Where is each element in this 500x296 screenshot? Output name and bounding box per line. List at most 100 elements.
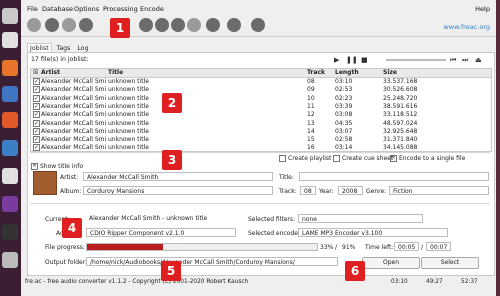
config-icon[interactable] [187, 18, 201, 32]
encoder-select[interactable]: LAME MP3 Encoder v3.100 [298, 228, 448, 237]
cell-artist: Alexander McCall Smi [41, 94, 107, 102]
title-field[interactable] [299, 172, 489, 181]
divider [30, 152, 490, 153]
joblist-table: ☒ Artist Title Track Length Size ✓ Alexan… [30, 68, 492, 152]
app-icon[interactable] [2, 168, 18, 184]
show-title-info[interactable]: ✕ Show title info [31, 163, 83, 170]
menu-encode[interactable]: Encode [140, 5, 164, 13]
cell-title: unknown title [108, 127, 149, 135]
menu-help[interactable]: Help [475, 5, 490, 13]
year-field[interactable]: 2008 [338, 186, 363, 195]
cddb-icon[interactable] [79, 18, 93, 32]
app-icon[interactable] [2, 140, 18, 156]
stop-button[interactable]: ■ [361, 56, 368, 64]
freedb-icon[interactable] [155, 18, 169, 32]
total-percent: 91% [342, 244, 356, 251]
app-icon[interactable] [2, 252, 18, 268]
row-checkbox[interactable]: ✓ [33, 78, 40, 85]
cell-length: 02:23 [335, 94, 353, 102]
cell-length: 03:08 [335, 111, 353, 119]
callout-badge-5: 5 [161, 261, 181, 281]
table-row[interactable]: ✓ Alexander McCall Smi unknown title 14 03:0… [31, 127, 491, 136]
menubar: File Database Options Processing Encode … [21, 4, 496, 14]
cell-title: unknown title [108, 78, 149, 85]
table-row[interactable]: ✓ Alexander McCall Smi unknown title 13 04:3… [31, 119, 491, 128]
file-count: 17 file(s) in joblist: [31, 56, 89, 63]
app-icon[interactable] [2, 112, 18, 128]
seek-slider[interactable] [386, 59, 446, 61]
create-cue-option[interactable]: Create cue sheet [333, 155, 393, 162]
cell-title: unknown title [108, 144, 149, 152]
clear-icon[interactable] [171, 18, 185, 32]
table-row[interactable]: ✓ Alexander McCall Smi unknown title 12 03:0… [31, 111, 491, 119]
album-field[interactable]: Corduroy Mansions [83, 186, 273, 195]
stop-icon[interactable] [251, 18, 265, 32]
table-row[interactable]: ✓ Alexander McCall Smi unknown title 08 03:1… [31, 78, 491, 86]
menu-database[interactable]: Database [42, 5, 73, 13]
menu-file[interactable]: File [27, 5, 38, 13]
menu-processing[interactable]: Processing [103, 5, 138, 13]
col-artist[interactable]: Artist [41, 69, 60, 76]
checkbox-checked[interactable]: ✕ [390, 155, 397, 162]
output-folder-field[interactable]: /home/nick/Audiobooks/Alexander McCall S… [86, 257, 338, 266]
cell-artist: Alexander McCall Smi [41, 111, 107, 119]
play-button[interactable]: ▶ [334, 56, 339, 64]
select-button[interactable]: Select [421, 257, 479, 269]
add-folder-icon[interactable] [62, 18, 76, 32]
pause-button[interactable]: ❚❚ [346, 56, 358, 64]
row-checkbox[interactable]: ✓ [33, 144, 40, 151]
open-button[interactable]: Open [362, 257, 420, 269]
album-label: Album: [60, 188, 82, 195]
table-row[interactable]: ✓ Alexander McCall Smi unknown title 10 02:2… [31, 94, 491, 103]
table-row[interactable]: ✓ Alexander McCall Smi unknown title 15 02:5… [31, 136, 491, 144]
row-checkbox[interactable]: ✓ [33, 111, 40, 119]
next-button[interactable]: ⏭ [462, 56, 468, 65]
col-title[interactable]: Title [108, 69, 123, 76]
play-icon[interactable] [227, 18, 241, 32]
create-playlist-option[interactable]: Create playlist [279, 155, 331, 162]
checkbox-checked[interactable]: ✕ [31, 163, 38, 170]
submit-icon[interactable] [139, 18, 153, 32]
table-row[interactable]: ✓ Alexander McCall Smi unknown title 16 03:1… [31, 144, 491, 152]
cell-length: 03:39 [335, 102, 353, 110]
thunderbird-icon[interactable] [2, 86, 18, 102]
row-checkbox[interactable]: ✓ [33, 119, 40, 127]
callout-badge-6: 6 [345, 261, 365, 281]
select-all-checkbox[interactable]: ☒ [33, 69, 38, 76]
col-length[interactable]: Length [335, 69, 359, 76]
time-total: 00:07 [426, 242, 451, 251]
firefox-icon[interactable] [2, 60, 18, 76]
terminal-icon[interactable] [2, 224, 18, 240]
previous-button[interactable]: ⏮ [450, 56, 456, 65]
encode-single-option[interactable]: ✕ Encode to a single file [390, 155, 465, 162]
cell-size: 38.591.616 [383, 102, 418, 110]
app-icon[interactable] [2, 32, 18, 48]
col-track[interactable]: Track [307, 69, 325, 76]
col-size[interactable]: Size [383, 69, 397, 76]
remove-icon[interactable] [45, 18, 59, 32]
add-files-icon[interactable] [27, 18, 41, 32]
app-icon[interactable] [2, 196, 18, 212]
row-checkbox[interactable]: ✓ [33, 94, 40, 102]
checkbox[interactable] [279, 155, 286, 162]
year-label: Year: [319, 188, 334, 195]
os-dock [0, 0, 21, 296]
checkbox[interactable] [333, 155, 340, 162]
row-checkbox[interactable]: ✓ [33, 86, 40, 94]
cell-length: 03:10 [335, 78, 353, 85]
website-link[interactable]: www.freac.org [443, 23, 490, 31]
table-row[interactable]: ✓ Alexander McCall Smi unknown title 11 03:3… [31, 102, 491, 111]
pause-icon[interactable] [206, 18, 220, 32]
cell-track: 08 [307, 78, 315, 85]
eject-button[interactable]: ⏏ [475, 56, 482, 64]
genre-select[interactable]: Fiction [389, 186, 489, 195]
table-row[interactable]: ✓ Alexander McCall Smi unknown title 09 02:5… [31, 86, 491, 94]
files-icon[interactable] [2, 8, 18, 24]
row-checkbox[interactable]: ✓ [33, 102, 40, 110]
row-checkbox[interactable]: ✓ [33, 127, 40, 135]
artist-field[interactable]: Alexander McCall Smith [83, 172, 273, 181]
row-checkbox[interactable]: ✓ [33, 136, 40, 144]
menu-options[interactable]: Options [74, 5, 99, 13]
track-field[interactable]: 08 [300, 186, 316, 195]
cell-track: 13 [307, 119, 315, 127]
